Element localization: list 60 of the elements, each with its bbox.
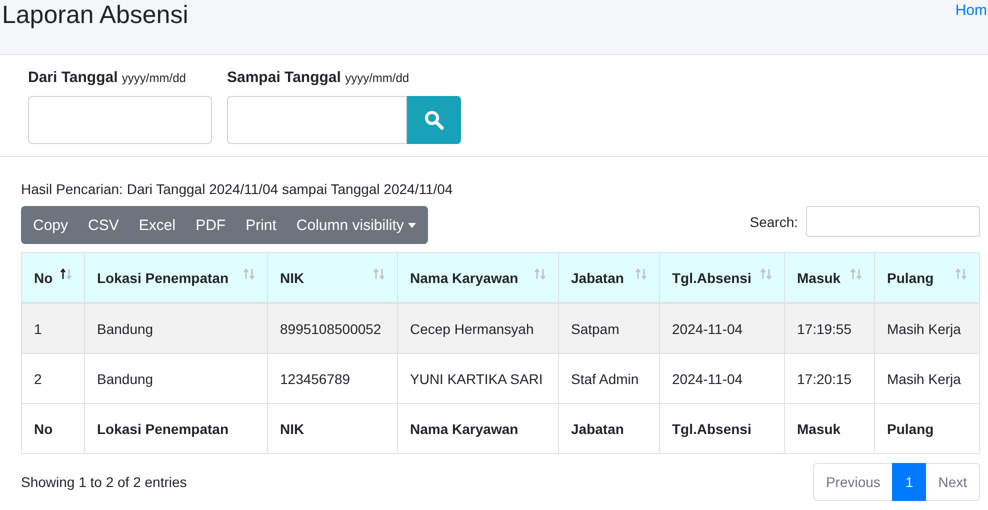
sort-icon bbox=[243, 268, 255, 280]
column-footer: No bbox=[22, 404, 84, 454]
table-cell: 8995108500052 bbox=[268, 303, 398, 354]
table-cell: Satpam bbox=[558, 303, 660, 354]
page-button[interactable]: 1 bbox=[892, 463, 926, 501]
table-cell: 17:20:15 bbox=[784, 354, 874, 404]
export-button[interactable]: Print bbox=[236, 206, 286, 244]
sort-icon bbox=[635, 268, 647, 280]
column-header[interactable]: Jabatan bbox=[558, 252, 660, 303]
table-cell: Bandung bbox=[84, 354, 268, 404]
table-cell: Bandung bbox=[84, 303, 268, 354]
column-header[interactable]: Masuk bbox=[784, 252, 874, 303]
column-header[interactable]: NIK bbox=[268, 252, 398, 303]
table-cell: 2024-11-04 bbox=[660, 303, 784, 354]
export-button[interactable]: Excel bbox=[128, 206, 186, 244]
column-footer: Nama Karyawan bbox=[398, 404, 558, 454]
caret-icon bbox=[408, 222, 416, 228]
field-label: Dari Tanggal yyyy/mm/dd bbox=[28, 68, 187, 88]
sort-icon bbox=[850, 268, 862, 280]
date-field[interactable] bbox=[227, 96, 407, 144]
result-summary: Hasil Pencarian: Dari Tanggal 2024/11/04 sampai Tanggal 2024/11/04 bbox=[21, 180, 453, 199]
export-button[interactable]: CSV bbox=[78, 206, 129, 244]
sort-icon bbox=[60, 268, 72, 280]
column-footer: Jabatan bbox=[558, 404, 660, 454]
sort-icon bbox=[534, 268, 546, 280]
export-button[interactable]: Copy bbox=[23, 206, 78, 244]
table-cell: 123456789 bbox=[268, 354, 398, 404]
column-header[interactable]: No bbox=[22, 252, 84, 303]
column-footer: Lokasi Penempatan bbox=[84, 404, 268, 454]
column-visibility-dropdown[interactable]: Column visibility bbox=[286, 206, 426, 244]
sort-icon bbox=[955, 268, 967, 280]
table-cell: 2024-11-04 bbox=[660, 354, 784, 404]
table-cell: Masih Kerja bbox=[874, 303, 980, 354]
column-header[interactable]: Lokasi Penempatan bbox=[84, 252, 268, 303]
search-icon bbox=[424, 110, 444, 130]
page-title: Laporan Absensi bbox=[1, 0, 188, 30]
date-field[interactable] bbox=[28, 96, 212, 144]
table-cell: YUNI KARTIKA SARI bbox=[398, 354, 558, 404]
column-header[interactable]: Pulang bbox=[874, 252, 980, 303]
home-link[interactable]: Hom bbox=[955, 2, 987, 19]
column-header[interactable]: Nama Karyawan bbox=[398, 252, 558, 303]
search-button[interactable] bbox=[407, 96, 461, 144]
table-cell: Masih Kerja bbox=[874, 354, 980, 404]
table-cell: Cecep Hermansyah bbox=[398, 303, 558, 354]
column-footer: NIK bbox=[268, 404, 398, 454]
field-label: Sampai Tanggal yyyy/mm/dd bbox=[227, 68, 410, 88]
entries-info: Showing 1 to 2 of 2 entries bbox=[21, 474, 187, 490]
table-cell: 2 bbox=[22, 354, 84, 404]
column-footer: Masuk bbox=[784, 404, 874, 454]
column-footer: Tgl.Absensi bbox=[660, 404, 784, 454]
sort-icon bbox=[373, 268, 385, 280]
export-button[interactable]: PDF bbox=[186, 206, 236, 244]
table-cell: Staf Admin bbox=[558, 354, 660, 404]
search-field[interactable] bbox=[806, 206, 980, 237]
column-header[interactable]: Tgl.Absensi bbox=[660, 252, 784, 303]
sort-icon bbox=[760, 268, 772, 280]
table-cell: 1 bbox=[22, 303, 84, 354]
search-label: Search: bbox=[750, 214, 798, 230]
table-cell: 17:19:55 bbox=[784, 303, 874, 354]
column-footer: Pulang bbox=[874, 404, 980, 454]
